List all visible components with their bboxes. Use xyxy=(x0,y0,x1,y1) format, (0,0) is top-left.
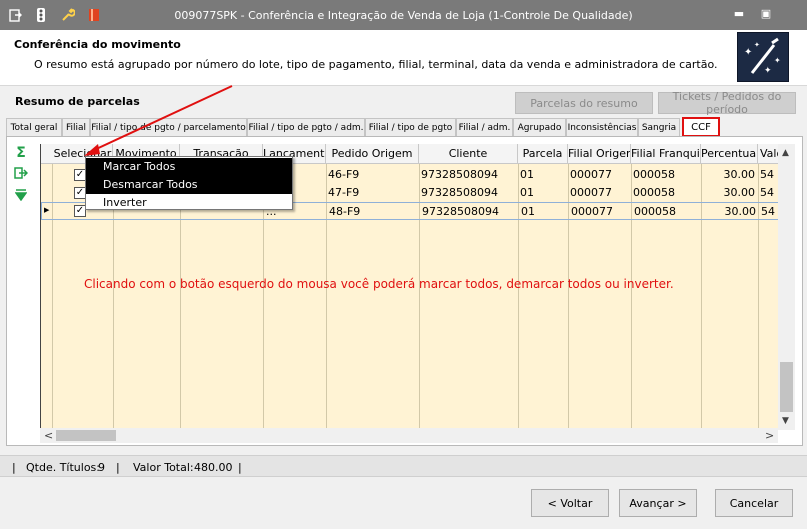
annotation-arrow-icon xyxy=(84,85,233,156)
valor-total-value: 480.00 xyxy=(194,461,233,474)
menu-item-desmarcar-todos[interactable]: Desmarcar Todos xyxy=(86,176,292,194)
next-button[interactable]: Avançar > xyxy=(619,489,697,517)
instruction-annotation: Clicando com o botão esquerdo do mousa v… xyxy=(84,277,674,291)
menu-item-inverter[interactable]: Inverter xyxy=(86,194,292,212)
status-separator: | xyxy=(238,461,242,474)
qtde-titulos-value: 9 xyxy=(98,461,105,474)
context-menu: Marcar Todos Desmarcar Todos Inverter xyxy=(85,156,293,210)
status-separator: | xyxy=(116,461,120,474)
menu-item-marcar-todos[interactable]: Marcar Todos xyxy=(86,158,292,176)
application-window: 009077SPK - Conferência e Integração de … xyxy=(0,0,807,529)
valor-total-label: Valor Total: xyxy=(133,461,194,474)
status-separator: | xyxy=(12,461,16,474)
back-button[interactable]: < Voltar xyxy=(531,489,609,517)
qtde-titulos-label: Qtde. Títulos: xyxy=(26,461,100,474)
cancel-button[interactable]: Cancelar xyxy=(715,489,793,517)
status-bar: | Qtde. Títulos: 9 | Valor Total: 480.00… xyxy=(0,455,807,477)
footer: < Voltar Avançar > Cancelar xyxy=(0,477,807,529)
